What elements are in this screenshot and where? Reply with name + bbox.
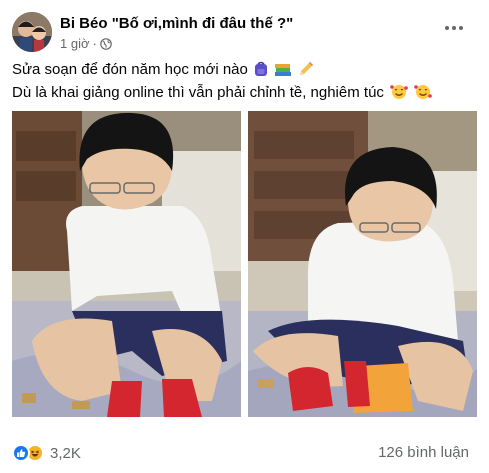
caption-text-2: Dù là khai giảng online thì vẫn phải chỉ… (12, 84, 384, 101)
author-avatar[interactable] (12, 12, 52, 52)
comment-count-link[interactable]: 126 bình luận (378, 444, 469, 461)
author-name[interactable]: Bi Béo (60, 15, 108, 32)
more-options-button[interactable] (439, 16, 469, 40)
group-title: "Bố ơi,mình đi đâu thế ?" (111, 15, 294, 32)
post-title: Bi Béo "Bố ơi,mình đi đâu thế ?" (60, 15, 293, 32)
smiling-hearts-face-icon (390, 84, 408, 106)
photo-grid (12, 111, 477, 417)
post-header: Bi Béo "Bố ơi,mình đi đâu thế ?" 1 giờ · (12, 12, 477, 56)
post-timestamp[interactable]: 1 giờ (60, 36, 90, 51)
boy-putting-on-red-socks-photo-1[interactable] (12, 111, 241, 417)
smiling-hearts-face-icon (414, 84, 433, 106)
reaction-summary[interactable]: 3,2K (12, 444, 81, 462)
dot-icon (445, 26, 449, 30)
globe-icon (100, 37, 112, 50)
dot-icon (452, 26, 456, 30)
books-icon (274, 63, 292, 83)
reaction-count: 3,2K (50, 444, 81, 462)
post-caption: Sửa soạn để đón năm học mới nào Dù là kh… (12, 60, 477, 106)
like-icon (12, 444, 30, 462)
caption-text-1: Sửa soạn để đón năm học mới nào (12, 61, 248, 78)
post-meta: 1 giờ · (60, 36, 112, 51)
caption-line-1: Sửa soạn để đón năm học mới nào (12, 60, 477, 83)
backpack-icon (254, 61, 268, 83)
dot-icon (459, 26, 463, 30)
meta-separator: · (92, 36, 97, 51)
boy-putting-on-red-socks-photo-2[interactable] (248, 111, 477, 417)
post-engagement-bar: 3,2K 126 bình luận (12, 441, 477, 465)
pencil-icon (298, 61, 314, 83)
caption-line-2: Dù là khai giảng online thì vẫn phải chỉ… (12, 83, 477, 106)
